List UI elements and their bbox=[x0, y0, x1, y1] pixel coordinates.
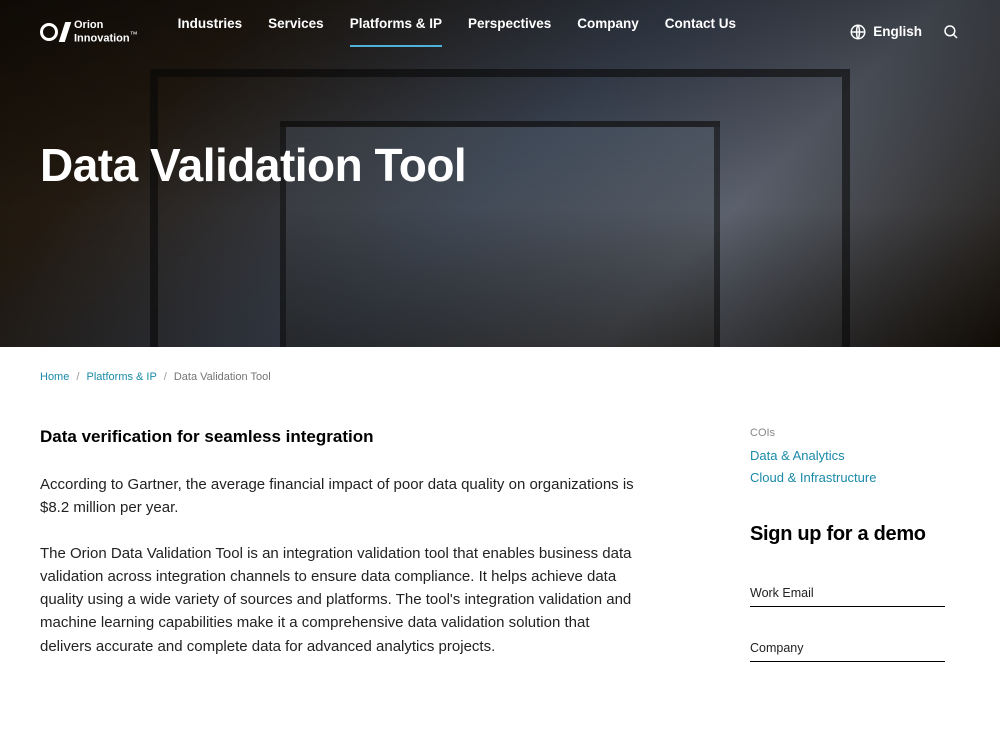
article-subheading: Data verification for seamless integrati… bbox=[40, 427, 640, 447]
email-field[interactable] bbox=[750, 580, 945, 607]
nav-services[interactable]: Services bbox=[268, 16, 324, 47]
coi-link-cloud-infrastructure[interactable]: Cloud & Infrastructure bbox=[750, 467, 945, 489]
brand-logo[interactable]: Orion Innovation™ bbox=[40, 19, 138, 45]
breadcrumb-section[interactable]: Platforms & IP bbox=[87, 371, 157, 383]
article-body: Data verification for seamless integrati… bbox=[40, 427, 640, 690]
article-paragraph: The Orion Data Validation Tool is an int… bbox=[40, 542, 640, 658]
breadcrumb-home[interactable]: Home bbox=[40, 371, 69, 383]
top-nav: Orion Innovation™ Industries Services Pl… bbox=[0, 0, 1000, 47]
breadcrumb: Home / Platforms & IP / Data Validation … bbox=[40, 371, 960, 383]
demo-form-heading: Sign up for a demo bbox=[750, 523, 945, 546]
article-paragraph: According to Gartner, the average financ… bbox=[40, 473, 640, 520]
language-label: English bbox=[873, 24, 922, 39]
brand-name: Orion Innovation™ bbox=[74, 19, 138, 45]
nav-links: Industries Services Platforms & IP Persp… bbox=[178, 16, 850, 47]
coi-heading: COIs bbox=[750, 427, 945, 439]
sidebar: COIs Data & Analytics Cloud & Infrastruc… bbox=[750, 427, 945, 690]
nav-industries[interactable]: Industries bbox=[178, 16, 243, 47]
nav-contact[interactable]: Contact Us bbox=[665, 16, 736, 47]
nav-perspectives[interactable]: Perspectives bbox=[468, 16, 551, 47]
search-icon bbox=[942, 23, 960, 41]
company-field[interactable] bbox=[750, 635, 945, 662]
nav-platforms-ip[interactable]: Platforms & IP bbox=[350, 16, 442, 47]
coi-link-data-analytics[interactable]: Data & Analytics bbox=[750, 445, 945, 467]
search-button[interactable] bbox=[942, 23, 960, 41]
logo-mark-icon bbox=[40, 22, 68, 42]
breadcrumb-current: Data Validation Tool bbox=[174, 371, 271, 383]
hero-banner: Orion Innovation™ Industries Services Pl… bbox=[0, 0, 1000, 347]
nav-company[interactable]: Company bbox=[577, 16, 639, 47]
page-title: Data Validation Tool bbox=[40, 138, 466, 192]
globe-icon bbox=[849, 23, 867, 41]
language-switcher[interactable]: English bbox=[849, 23, 922, 41]
